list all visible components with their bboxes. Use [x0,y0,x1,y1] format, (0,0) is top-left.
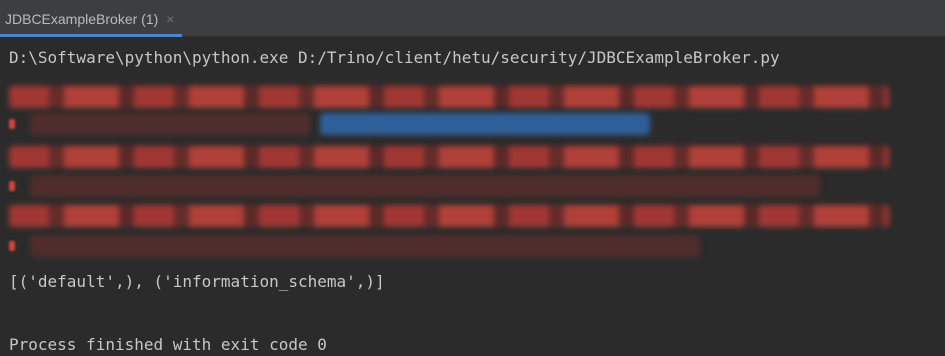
redacted-log-line [30,175,820,197]
redacted-log-marker [9,241,15,251]
tab-label: JDBCExampleBroker (1) [5,10,159,27]
tab-run-config[interactable]: JDBCExampleBroker (1) × [0,0,183,37]
active-tab-indicator [0,34,183,37]
query-result-line: [('default',), ('information_schema',)] [9,272,385,291]
tab-bar: JDBCExampleBroker (1) × [0,0,945,37]
redacted-log-line [9,205,889,227]
command-line: D:\Software\python\python.exe D:/Trino/c… [9,48,780,67]
redacted-log-line [30,235,700,257]
redacted-log-line [9,146,889,168]
redacted-log-line [9,86,889,108]
run-console-window: JDBCExampleBroker (1) × D:\Software\pyth… [0,0,945,356]
redacted-log-line [30,113,310,135]
redacted-log-marker [9,181,15,191]
exit-status-line: Process finished with exit code 0 [9,335,327,354]
redacted-link [320,113,650,135]
redacted-log-marker [9,119,15,129]
close-icon[interactable]: × [166,12,174,26]
console-output[interactable]: D:\Software\python\python.exe D:/Trino/c… [0,41,945,356]
